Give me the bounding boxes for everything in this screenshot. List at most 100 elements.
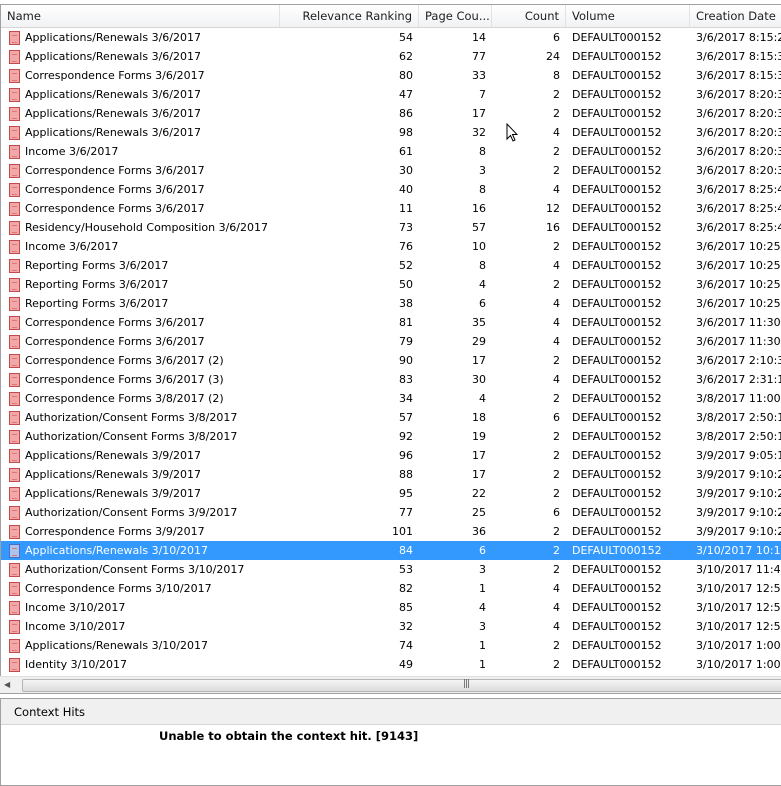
cell-volume: DEFAULT000152 [572,563,662,576]
table-row[interactable]: Income 3/6/2017 61 8 2 DEFAULT000152 3/6/2017… [1,142,781,161]
table-row[interactable]: Applications/Renewals 3/9/2017 88 17 2 DEFAU… [1,465,781,484]
cell-count: 2 [553,449,560,462]
cell-page-count: 14 [472,31,486,44]
cell-relevance-ranking: 86 [399,107,413,120]
cell-page-count: 6 [479,544,486,557]
cell-relevance-ranking: 84 [399,544,413,557]
cell-relevance-ranking: 52 [399,259,413,272]
cell-name-text: Reporting Forms 3/6/2017 [25,259,169,272]
cell-count: 2 [553,639,560,652]
cell-page-count: 17 [472,354,486,367]
column-header-name[interactable]: Name [1,5,280,27]
table-row[interactable]: Correspondence Forms 3/9/2017 101 36 2 DEFAU… [1,522,781,541]
cell-count: 4 [553,183,560,196]
table-row[interactable]: Applications/Renewals 3/6/2017 47 7 2 DEFAUL… [1,85,781,104]
cell-volume: DEFAULT000152 [572,601,662,614]
table-row[interactable]: Reporting Forms 3/6/2017 38 6 4 DEFAULT00015… [1,294,781,313]
cell-page-count: 57 [472,221,486,234]
cell-relevance-ranking: 49 [399,658,413,671]
cell-relevance-ranking: 32 [399,620,413,633]
table-row[interactable]: Correspondence Forms 3/6/2017 (2) 90 17 2 DE… [1,351,781,370]
table-row[interactable]: Applications/Renewals 3/9/2017 96 17 2 DEFAU… [1,446,781,465]
cell-creation-date: 3/6/2017 8:15:32 [696,50,781,63]
table-row[interactable]: Correspondence Forms 3/6/2017 (3) 83 30 4 DE… [1,370,781,389]
table-row[interactable]: Correspondence Forms 3/6/2017 81 35 4 DEFAUL… [1,313,781,332]
document-icon [9,258,20,273]
table-row[interactable]: Applications/Renewals 3/6/2017 98 32 4 DEFAU… [1,123,781,142]
cell-name-text: Income 3/6/2017 [25,145,119,158]
cell-name: Residency/Household Composition 3/6/2017 [1,218,280,237]
scroll-left-arrow-icon[interactable]: ◀ [4,680,10,689]
cell-name-text: Applications/Renewals 3/10/2017 [25,544,208,557]
cell-count: 2 [553,544,560,557]
cell-page-count: 4 [479,601,486,614]
horizontal-scrollbar[interactable]: ◀ ||| [0,676,781,693]
scrollbar-thumb[interactable]: ||| [22,679,781,692]
column-header-page-count[interactable]: Page Cou... [419,5,492,27]
column-header-creation-date[interactable]: Creation Date [690,5,781,27]
cell-creation-date: 3/6/2017 8:20:35 [696,126,781,139]
table-row[interactable]: Income 3/6/2017 76 10 2 DEFAULT000152 3/6/201… [1,237,781,256]
table-row[interactable]: Income 3/10/2017 32 3 4 DEFAULT000152 3/10/20… [1,617,781,636]
cell-creation-date: 3/6/2017 10:25:3 [696,278,781,291]
table-row[interactable]: Correspondence Forms 3/6/2017 80 33 8 DEFAUL… [1,66,781,85]
document-icon [9,163,20,178]
table-row[interactable]: Identity 3/10/2017 49 1 2 DEFAULT000152 3/10/… [1,655,781,674]
cell-volume: DEFAULT000152 [572,50,662,63]
table-row[interactable]: Applications/Renewals 3/9/2017 95 22 2 DEFAU… [1,484,781,503]
table-row[interactable]: Correspondence Forms 3/8/2017 (2) 34 4 2 DEF… [1,389,781,408]
cell-name: Income 3/10/2017 [1,598,280,617]
cell-volume: DEFAULT000152 [572,449,662,462]
table-row[interactable]: Income 3/10/2017 85 4 4 DEFAULT000152 3/10/20… [1,598,781,617]
document-icon [9,429,20,444]
cell-page-count: 1 [479,658,486,671]
cell-relevance-ranking: 90 [399,354,413,367]
cell-creation-date: 3/10/2017 1:00:4 [696,658,781,671]
cell-relevance-ranking: 79 [399,335,413,348]
cell-page-count: 33 [472,69,486,82]
table-row[interactable]: Authorization/Consent Forms 3/8/2017 92 19… [1,427,781,446]
cell-creation-date: 3/6/2017 2:31:19 [696,373,781,386]
cell-name: Applications/Renewals 3/9/2017 [1,465,280,484]
cell-page-count: 18 [472,411,486,424]
cell-count: 2 [553,278,560,291]
cell-volume: DEFAULT000152 [572,297,662,310]
cell-count: 4 [553,335,560,348]
table-row[interactable]: Reporting Forms 3/6/2017 50 4 2 DEFAULT00015… [1,275,781,294]
table-row[interactable]: Correspondence Forms 3/10/2017 82 1 4 DEFAUL… [1,579,781,598]
table-row[interactable]: Applications/Renewals 3/6/2017 86 17 2 DEFAU… [1,104,781,123]
table-row[interactable]: Correspondence Forms 3/6/2017 30 3 2 DEFAULT… [1,161,781,180]
cell-name: Correspondence Forms 3/6/2017 (2) [1,351,280,370]
document-icon [9,30,20,45]
table-row[interactable]: Applications/Renewals 3/6/2017 54 14 6 DEFAU… [1,28,781,47]
table-row[interactable]: Applications/Renewals 3/6/2017 62 77 24 DEFA… [1,47,781,66]
column-header-relevance-ranking[interactable]: Relevance Ranking [280,5,419,27]
table-row[interactable]: Authorization/Consent Forms 3/9/2017 77 25… [1,503,781,522]
column-header-count[interactable]: Count [492,5,566,27]
table-row[interactable]: Authorization/Consent Forms 3/10/2017 53 3… [1,560,781,579]
table-row[interactable]: Authorization/Consent Forms 3/8/2017 57 18… [1,408,781,427]
cell-name-text: Authorization/Consent Forms 3/10/2017 [25,563,245,576]
table-row[interactable]: Applications/Renewals 3/10/2017 84 6 2 DEFAU… [1,541,781,560]
table-row[interactable]: Residency/Household Composition 3/6/2017… [1,218,781,237]
cell-count: 2 [553,164,560,177]
cell-creation-date: 3/10/2017 11:45: [696,563,781,576]
table-row[interactable]: Reporting Forms 3/6/2017 52 8 4 DEFAULT00015… [1,256,781,275]
table-row[interactable]: Correspondence Forms 3/6/2017 40 8 4 DEFAULT… [1,180,781,199]
cell-page-count: 3 [479,164,486,177]
table-row[interactable]: Correspondence Forms 3/6/2017 11 16 12 DEFAU… [1,199,781,218]
cell-name: Applications/Renewals 3/6/2017 [1,85,280,104]
cell-name: Authorization/Consent Forms 3/9/2017 [1,503,280,522]
cell-relevance-ranking: 101 [392,525,413,538]
cell-name: Correspondence Forms 3/6/2017 (3) [1,370,280,389]
cell-page-count: 3 [479,620,486,633]
cell-name-text: Authorization/Consent Forms 3/8/2017 [25,430,238,443]
table-row[interactable]: Correspondence Forms 3/6/2017 79 29 4 DEFAUL… [1,332,781,351]
column-header-row: Name Relevance Ranking Page Cou... Count… [1,5,781,28]
cell-name-text: Identity 3/10/2017 [25,658,128,671]
column-header-volume[interactable]: Volume [566,5,690,27]
table-row[interactable]: Applications/Renewals 3/10/2017 74 1 2 DEFAU… [1,636,781,655]
cell-creation-date: 3/6/2017 10:25:3 [696,240,781,253]
cell-count: 4 [553,126,560,139]
cell-page-count: 16 [472,202,486,215]
